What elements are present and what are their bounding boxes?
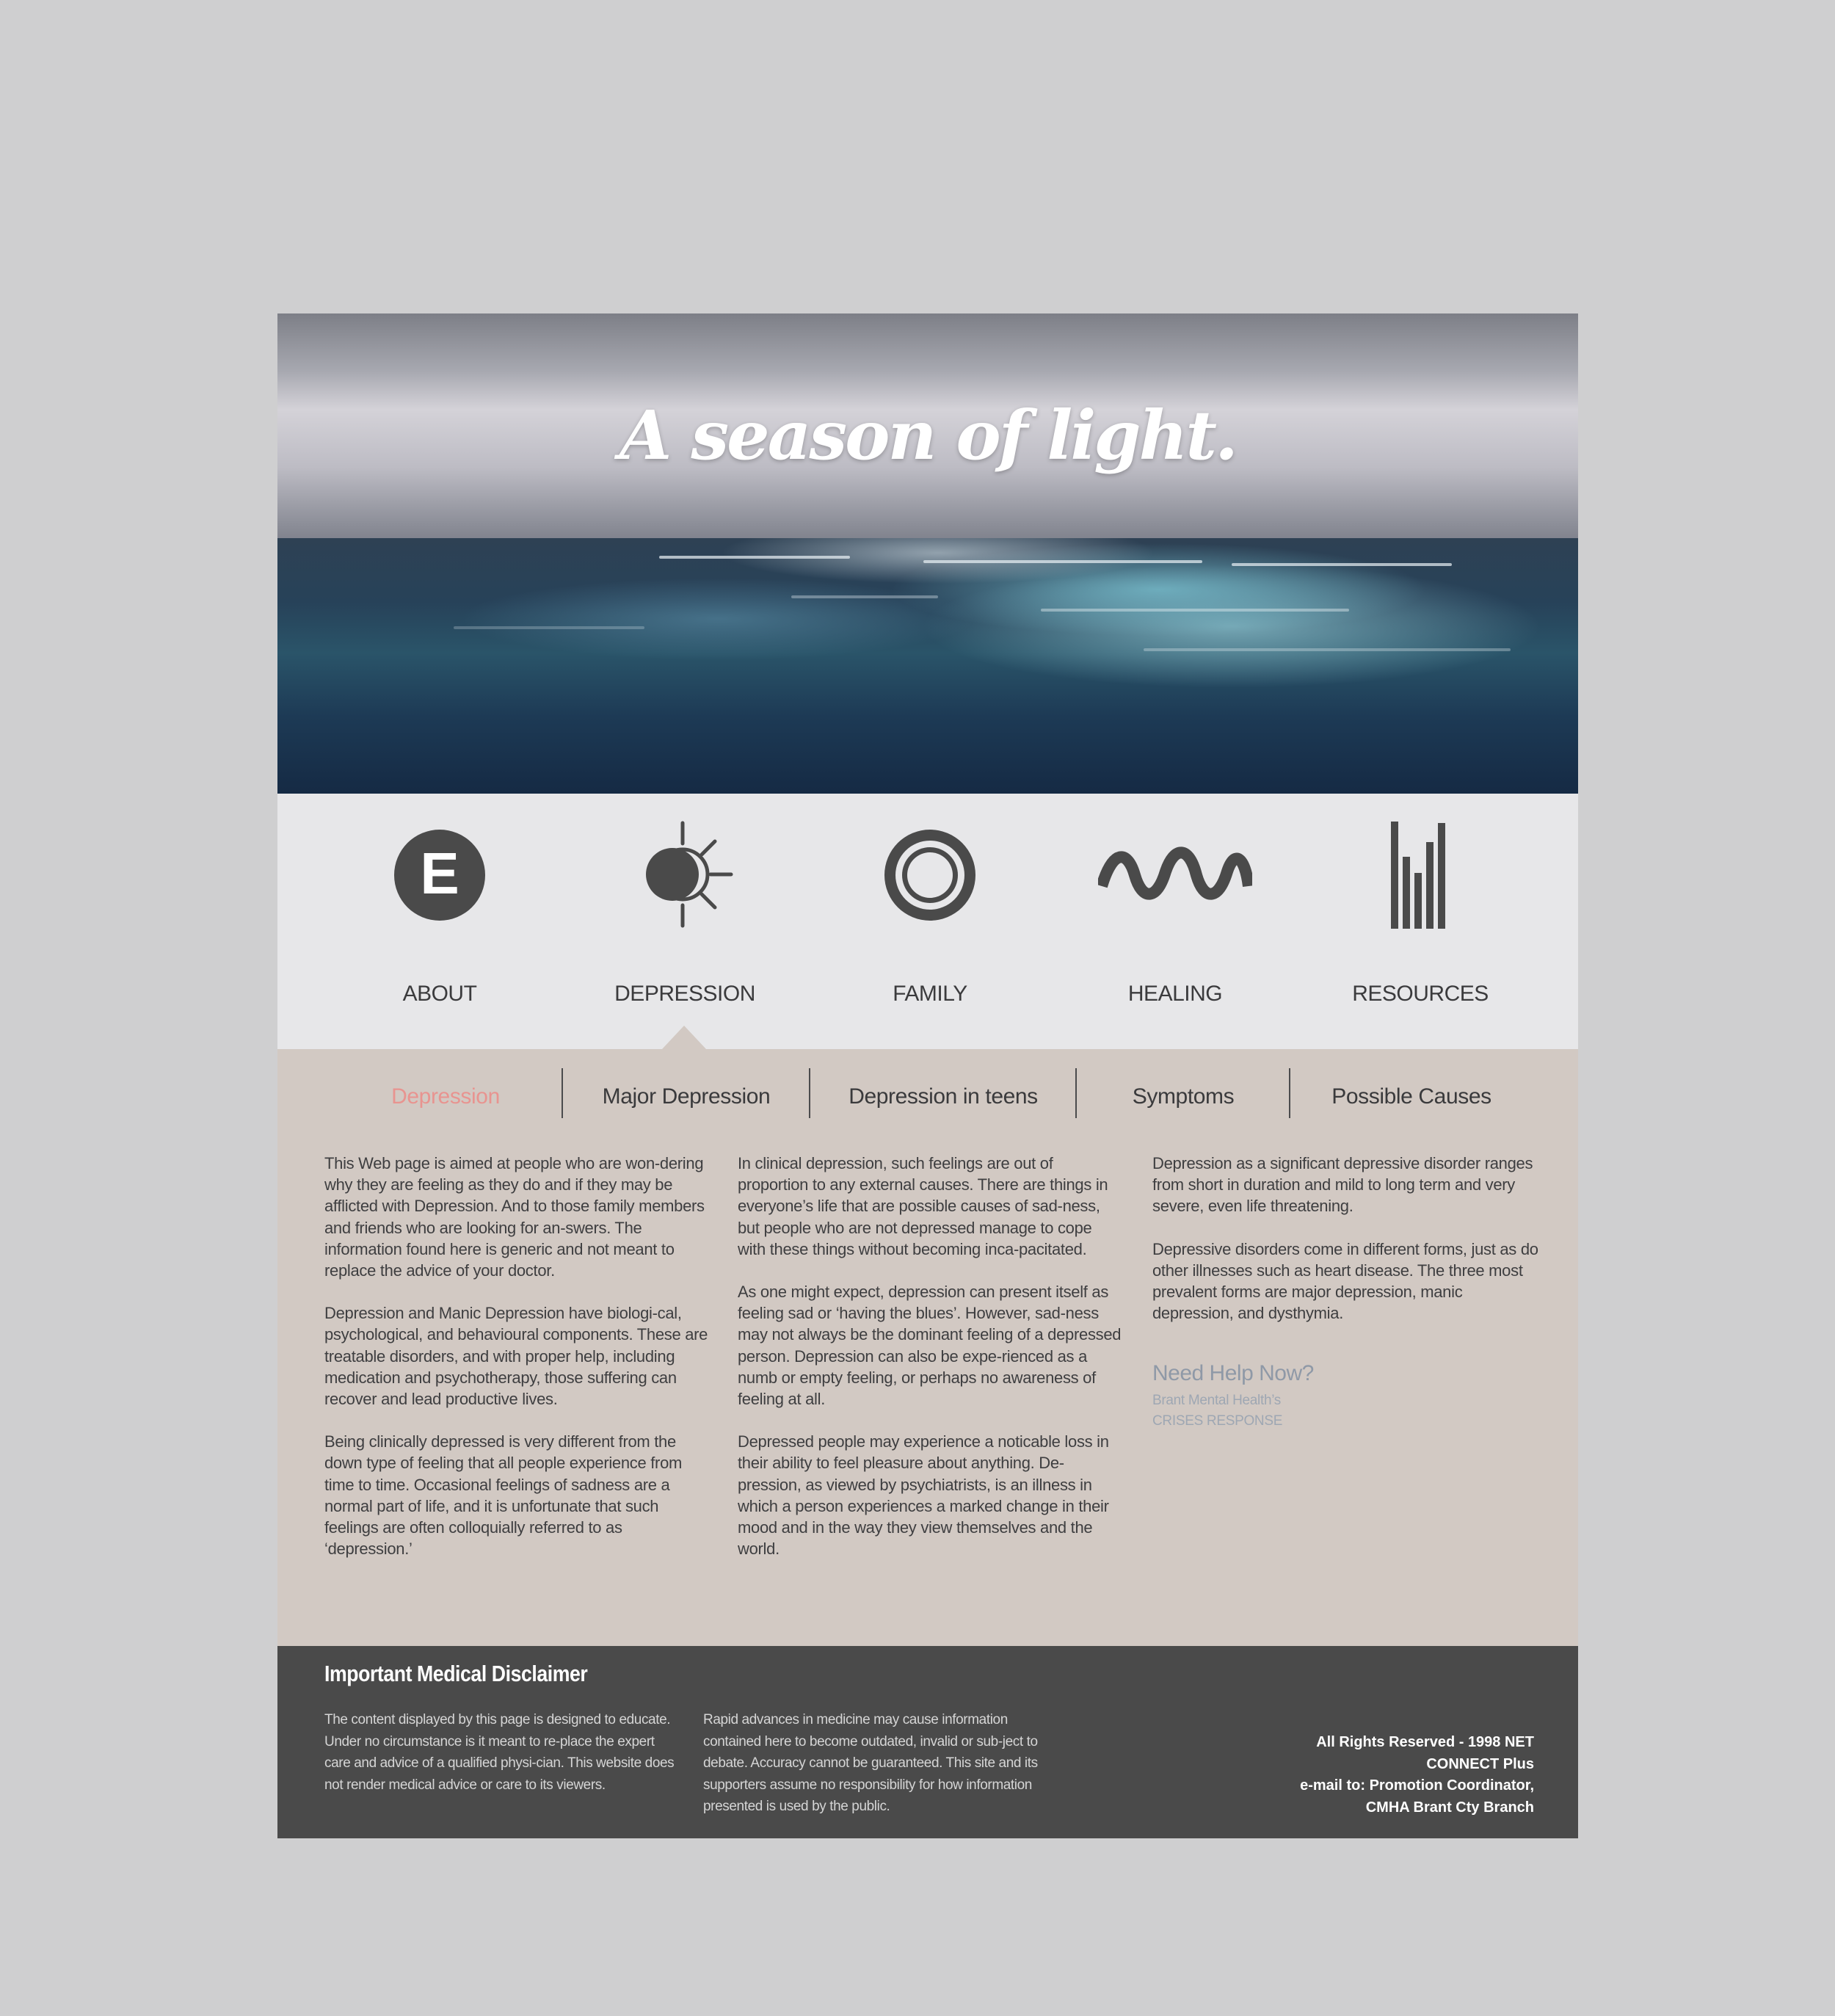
content-column-3: Depression as a significant depressive d… bbox=[1152, 1153, 1538, 1345]
sea-image bbox=[277, 538, 1578, 794]
nav-label-depression: DEPRESSION bbox=[614, 982, 755, 1006]
svg-text:E: E bbox=[420, 841, 459, 906]
crisis-response-link[interactable]: CRISES RESPONSE bbox=[1152, 1411, 1314, 1432]
paragraph: As one might expect, depression can pres… bbox=[738, 1283, 1122, 1409]
help-box: Need Help Now? Brant Mental Health’s CRI… bbox=[1152, 1361, 1314, 1432]
page: A season of light. E ABOUT DEPRESSION FA… bbox=[277, 313, 1578, 1838]
nav-item-resources[interactable]: RESOURCES bbox=[1298, 794, 1543, 1052]
paragraph: Depression and Manic Depression have bio… bbox=[324, 1304, 708, 1409]
foam-streak bbox=[1232, 563, 1452, 566]
subtab-depression-in-teens[interactable]: Depression in teens bbox=[810, 1068, 1076, 1120]
nav-label-healing: HEALING bbox=[1127, 982, 1223, 1006]
content-column-2: In clinical depression, such feelings ar… bbox=[738, 1153, 1124, 1581]
foam-streak bbox=[454, 626, 644, 629]
copyright-block: All Rights Reserved - 1998 NET CONNECT P… bbox=[1300, 1732, 1534, 1819]
eclipse-sun-icon bbox=[646, 821, 733, 928]
paragraph: Being clinically depressed is very diffe… bbox=[324, 1432, 683, 1559]
content-area: Depression Major Depression Depression i… bbox=[277, 1049, 1578, 1646]
bars-icon bbox=[1391, 822, 1445, 929]
disclaimer-title: Important Medical Disclaimer bbox=[324, 1661, 588, 1686]
nav-item-healing[interactable]: HEALING bbox=[1053, 794, 1298, 1052]
branch-line: CMHA Brant Cty Branch bbox=[1365, 1799, 1534, 1816]
subtab-major-depression[interactable]: Major Depression bbox=[563, 1068, 810, 1120]
copyright-line: CONNECT Plus bbox=[1426, 1755, 1534, 1772]
email-contact-link[interactable]: e-mail to: Promotion Coordinator, bbox=[1300, 1775, 1534, 1797]
copyright-line: All Rights Reserved - 1998 NET bbox=[1316, 1734, 1534, 1750]
paragraph: In clinical depression, such feelings ar… bbox=[738, 1154, 1108, 1258]
foam-streak bbox=[659, 556, 850, 559]
subtab-possible-causes[interactable]: Possible Causes bbox=[1290, 1068, 1533, 1120]
hero-title: A season of light. bbox=[619, 396, 1238, 475]
foam-streak bbox=[1144, 648, 1511, 651]
subtab-symptoms[interactable]: Symptoms bbox=[1077, 1068, 1290, 1120]
active-nav-pointer bbox=[662, 1026, 706, 1049]
nav-item-about[interactable]: E ABOUT bbox=[317, 794, 562, 1052]
main-nav: E ABOUT DEPRESSION FAMILY HEALING RESOUR… bbox=[277, 794, 1578, 1052]
footer: Important Medical Disclaimer The content… bbox=[277, 1646, 1578, 1838]
paragraph: This Web page is aimed at people who are… bbox=[324, 1154, 705, 1280]
ring-icon bbox=[884, 830, 975, 921]
subnav: Depression Major Depression Depression i… bbox=[277, 1068, 1578, 1120]
disclaimer-column-1: The content displayed by this page is de… bbox=[324, 1712, 675, 1793]
need-help-link[interactable]: Need Help Now? bbox=[1152, 1361, 1314, 1386]
disclaimer-column-2: Rapid advances in medicine may cause inf… bbox=[703, 1712, 1038, 1814]
nav-label-family: FAMILY bbox=[893, 982, 967, 1006]
nav-item-family[interactable]: FAMILY bbox=[807, 794, 1053, 1052]
e-circle-icon: E bbox=[394, 830, 485, 921]
crisis-org-link[interactable]: Brant Mental Health’s bbox=[1152, 1390, 1314, 1411]
paragraph: Depressed people may experience a notica… bbox=[738, 1432, 1109, 1559]
subtab-depression[interactable]: Depression bbox=[324, 1068, 567, 1120]
nav-label-about: ABOUT bbox=[402, 982, 477, 1006]
hero-banner: A season of light. bbox=[277, 313, 1578, 794]
foam-streak bbox=[923, 560, 1202, 563]
wave-icon bbox=[1098, 846, 1252, 900]
paragraph: Depression as a significant depressive d… bbox=[1152, 1154, 1533, 1216]
paragraph: Depressive disorders come in different f… bbox=[1152, 1239, 1538, 1323]
nav-label-resources: RESOURCES bbox=[1352, 982, 1489, 1006]
content-column-1: This Web page is aimed at people who are… bbox=[324, 1153, 711, 1581]
foam-streak bbox=[1041, 609, 1349, 612]
nav-item-depression[interactable]: DEPRESSION bbox=[562, 794, 807, 1052]
foam-streak bbox=[791, 595, 938, 598]
